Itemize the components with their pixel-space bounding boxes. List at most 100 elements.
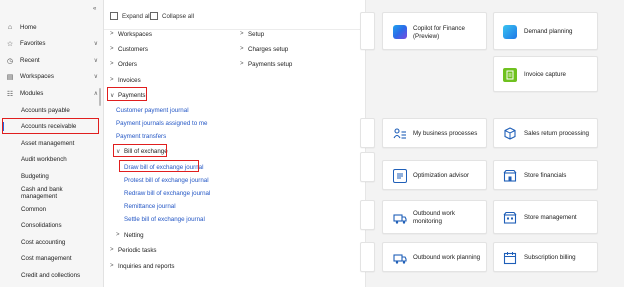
tile-partial[interactable] bbox=[360, 242, 375, 272]
tile-demand-planning[interactable]: Demand planning bbox=[493, 12, 598, 50]
chevron-right-icon: > bbox=[110, 61, 114, 67]
menu-periodic-tasks[interactable]: > Periodic tasks bbox=[110, 244, 157, 256]
tile-optimization-advisor[interactable]: Optimization advisor bbox=[382, 160, 487, 190]
tile-partial[interactable] bbox=[360, 118, 375, 148]
menu-charges-setup[interactable]: > Charges setup bbox=[240, 43, 288, 55]
link-remittance-journal[interactable]: Remittance journal bbox=[124, 200, 176, 212]
link-payment-transfers[interactable]: Payment transfers bbox=[116, 130, 166, 142]
expand-all-icon bbox=[110, 12, 118, 20]
menu-invoices[interactable]: > Invoices bbox=[110, 74, 141, 86]
tile-outbound-work-planning[interactable]: Outbound work planning bbox=[382, 242, 487, 272]
flyout-toolbar: Expand all Collapse all bbox=[104, 0, 366, 30]
subscription-billing-icon bbox=[503, 251, 517, 265]
tile-invoice-capture[interactable]: Invoice capture bbox=[493, 56, 598, 92]
expand-all-label: Expand all bbox=[122, 12, 151, 20]
module-label: Asset management bbox=[21, 140, 75, 147]
menu-netting[interactable]: > Netting bbox=[116, 229, 144, 241]
menu-workspaces[interactable]: > Workspaces bbox=[110, 28, 152, 40]
modules-icon: ☷ bbox=[6, 90, 14, 98]
workspace-tiles-area: Copilot for Finance (Preview) My busines… bbox=[360, 0, 624, 287]
module-audit-workbench[interactable]: Audit workbench bbox=[0, 152, 100, 167]
chevron-down-icon: ∨ bbox=[93, 58, 98, 64]
tile-label: Outbound work planning bbox=[413, 254, 481, 261]
module-accounts-payable[interactable]: Accounts payable bbox=[0, 103, 100, 118]
expand-all-button[interactable]: Expand all bbox=[110, 12, 151, 20]
menu-label: Periodic tasks bbox=[118, 246, 157, 254]
highlight-bill-of-exchange bbox=[113, 144, 167, 157]
highlight-draw-bill bbox=[119, 160, 199, 172]
link-label: Payment transfers bbox=[116, 132, 167, 140]
tile-subscription-billing[interactable]: Subscription billing bbox=[493, 242, 598, 272]
module-label: Cash and bank management bbox=[21, 185, 63, 200]
nav-item-label: Home bbox=[20, 24, 37, 31]
collapse-nav-icon[interactable]: « bbox=[93, 6, 96, 12]
store-management-icon bbox=[503, 211, 517, 225]
nav-item-home[interactable]: ⌂ Home bbox=[0, 20, 100, 35]
chevron-up-icon: ∧ bbox=[93, 91, 98, 97]
chevron-right-icon: > bbox=[240, 46, 244, 52]
chevron-down-icon: ∨ bbox=[93, 74, 98, 80]
link-protest-bill-of-exchange-journal[interactable]: Protest bill of exchange journal bbox=[124, 174, 209, 186]
module-cash-and-bank-management[interactable]: Cash and bank management bbox=[0, 185, 100, 200]
tile-label: Optimization advisor bbox=[413, 172, 470, 179]
tile-sales-return-processing[interactable]: Sales return processing bbox=[493, 118, 598, 148]
link-redraw-bill-of-exchange-journal[interactable]: Redraw bill of exchange journal bbox=[124, 187, 210, 199]
nav-item-label: Favorites bbox=[20, 40, 46, 47]
collapse-all-button[interactable]: Collapse all bbox=[150, 12, 194, 20]
link-customer-payment-journal[interactable]: Customer payment journal bbox=[116, 104, 189, 116]
tile-outbound-work-monitoring[interactable]: Outbound work monitoring bbox=[382, 200, 487, 234]
module-label: Audit workbench bbox=[21, 156, 67, 163]
link-settle-bill-of-exchange-journal[interactable]: Settle bill of exchange journal bbox=[124, 213, 205, 225]
module-label: Consolidations bbox=[21, 222, 62, 229]
module-cost-accounting[interactable]: Cost accounting bbox=[0, 235, 100, 250]
truck-monitor-icon bbox=[393, 211, 407, 225]
tile-copilot-for-finance[interactable]: Copilot for Finance (Preview) bbox=[382, 12, 487, 50]
module-common[interactable]: Common bbox=[0, 202, 100, 217]
menu-setup[interactable]: > Setup bbox=[240, 28, 264, 40]
optimization-icon bbox=[393, 169, 407, 183]
menu-payments-setup[interactable]: > Payments setup bbox=[240, 58, 292, 70]
tile-label: Demand planning bbox=[524, 28, 573, 35]
nav-item-workspaces[interactable]: ▤ Workspaces ∨ bbox=[0, 69, 100, 84]
module-consolidations[interactable]: Consolidations bbox=[0, 218, 100, 233]
tile-label: Invoice capture bbox=[524, 71, 566, 78]
module-credit-and-collections[interactable]: Credit and collections bbox=[0, 268, 100, 283]
menu-label: Payments setup bbox=[248, 60, 293, 68]
tile-partial[interactable] bbox=[360, 12, 375, 50]
star-icon: ☆ bbox=[6, 40, 14, 48]
chevron-right-icon: > bbox=[110, 77, 114, 83]
menu-customers[interactable]: > Customers bbox=[110, 43, 148, 55]
module-cost-management[interactable]: Cost management bbox=[0, 251, 100, 266]
tile-label: Sales return processing bbox=[524, 130, 590, 137]
module-label: Accounts payable bbox=[21, 107, 70, 114]
menu-inquiries-and-reports[interactable]: > Inquiries and reports bbox=[110, 260, 174, 272]
module-label: Budgeting bbox=[21, 173, 49, 180]
chevron-right-icon: > bbox=[110, 31, 114, 37]
menu-label: Invoices bbox=[118, 76, 141, 84]
module-budgeting[interactable]: Budgeting bbox=[0, 169, 100, 184]
tile-store-management[interactable]: Store management bbox=[493, 200, 598, 234]
module-asset-management[interactable]: Asset management bbox=[0, 136, 100, 151]
link-payment-journals-assigned[interactable]: Payment journals assigned to me bbox=[116, 117, 208, 129]
chevron-right-icon: > bbox=[110, 247, 114, 253]
module-label: Cost management bbox=[21, 255, 72, 262]
nav-item-modules[interactable]: ☷ Modules ∧ bbox=[0, 86, 100, 101]
tile-my-business-processes[interactable]: My business processes bbox=[382, 118, 487, 148]
tile-partial[interactable] bbox=[360, 200, 375, 230]
box-return-icon bbox=[503, 127, 517, 141]
store-financials-icon bbox=[503, 169, 517, 183]
menu-label: Customers bbox=[118, 45, 148, 53]
tile-label: Copilot for Finance (Preview) bbox=[413, 25, 465, 40]
tile-label: Store financials bbox=[524, 172, 567, 179]
people-list-icon bbox=[393, 127, 407, 141]
link-label: Protest bill of exchange journal bbox=[124, 176, 209, 184]
highlight-accounts-receivable bbox=[2, 118, 99, 134]
nav-item-favorites[interactable]: ☆ Favorites ∨ bbox=[0, 36, 100, 51]
module-flyout-menu: Expand all Collapse all > Workspaces > C… bbox=[104, 0, 366, 287]
menu-orders[interactable]: > Orders bbox=[110, 58, 137, 70]
tile-partial[interactable] bbox=[360, 152, 375, 182]
nav-item-recent[interactable]: ◷ Recent ∨ bbox=[0, 53, 100, 68]
chevron-right-icon: > bbox=[116, 232, 120, 238]
copilot-icon bbox=[393, 25, 407, 39]
tile-store-financials[interactable]: Store financials bbox=[493, 160, 598, 190]
